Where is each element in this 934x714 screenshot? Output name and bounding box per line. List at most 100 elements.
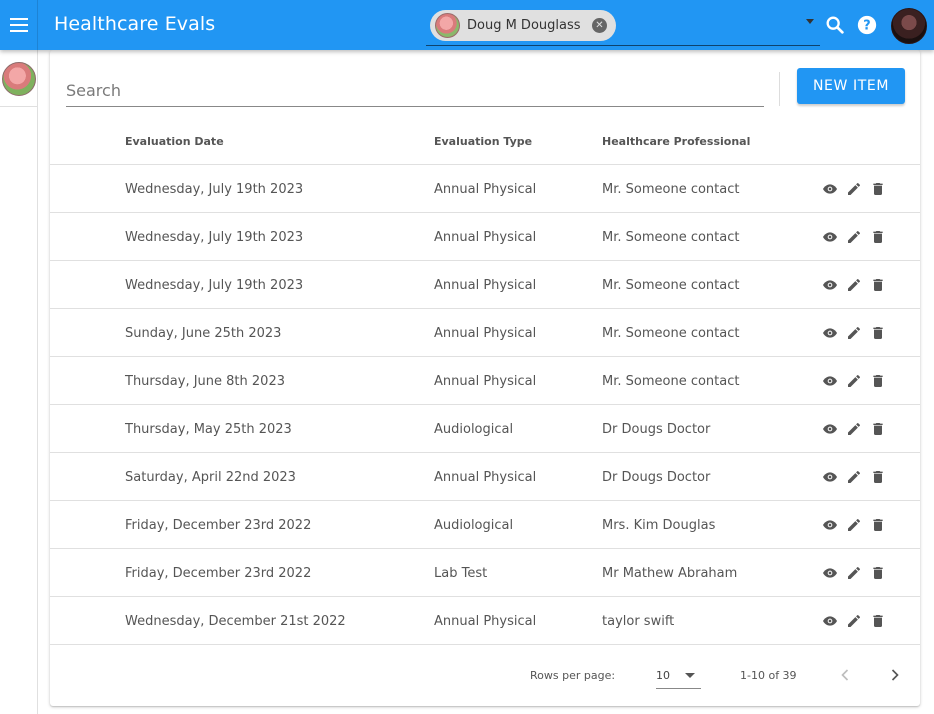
table-row[interactable]: Thursday, June 8th 2023 Annual Physical Mr… xyxy=(50,357,920,405)
row-actions xyxy=(822,373,886,389)
cell-evaluation-date: Saturday, April 22nd 2023 xyxy=(125,470,296,485)
eye-icon[interactable] xyxy=(822,613,838,629)
table-row[interactable]: Wednesday, July 19th 2023 Annual Physical… xyxy=(50,261,920,309)
cell-evaluation-type: Audiological xyxy=(434,518,514,533)
eye-icon[interactable] xyxy=(822,229,838,245)
close-icon[interactable]: ✕ xyxy=(592,18,607,33)
cell-healthcare-professional: taylor swift xyxy=(602,614,675,629)
table-row[interactable]: Friday, December 23rd 2022 Audiological Mr… xyxy=(50,501,920,549)
table-row[interactable]: Friday, December 23rd 2022 Lab Test Mr Mat… xyxy=(50,549,920,597)
table-row[interactable]: Thursday, May 25th 2023 Audiological Dr Do… xyxy=(50,405,920,453)
chevron-left-icon[interactable] xyxy=(835,665,855,685)
table-row[interactable]: Wednesday, July 19th 2023 Annual Physical… xyxy=(50,165,920,213)
cell-evaluation-type: Annual Physical xyxy=(434,278,537,293)
cell-evaluation-type: Audiological xyxy=(434,422,514,437)
trash-icon[interactable] xyxy=(870,517,886,533)
row-actions xyxy=(822,181,886,197)
client-chip-label: Doug M Douglass xyxy=(467,18,581,33)
eye-icon[interactable] xyxy=(822,517,838,533)
cell-healthcare-professional: Mrs. Kim Douglas xyxy=(602,518,716,533)
table-row[interactable]: Sunday, June 25th 2023 Annual Physical Mr.… xyxy=(50,309,920,357)
row-actions xyxy=(822,517,886,533)
pencil-icon[interactable] xyxy=(846,613,862,629)
chevron-right-icon[interactable] xyxy=(885,665,905,685)
cell-healthcare-professional: Mr. Someone contact xyxy=(602,278,740,293)
trash-icon[interactable] xyxy=(870,613,886,629)
row-actions xyxy=(822,421,886,437)
pagination-range: 1-10 of 39 xyxy=(740,669,797,682)
cell-evaluation-date: Wednesday, July 19th 2023 xyxy=(125,230,304,245)
client-chip[interactable]: Doug M Douglass ✕ xyxy=(430,10,616,41)
row-actions xyxy=(822,277,886,293)
eye-icon[interactable] xyxy=(822,421,838,437)
trash-icon[interactable] xyxy=(870,469,886,485)
cell-evaluation-date: Thursday, June 8th 2023 xyxy=(125,374,285,389)
evaluations-card: NEW ITEM Evaluation Date Evaluation Type… xyxy=(50,50,920,706)
table-body: Wednesday, July 19th 2023 Annual Physical… xyxy=(50,165,920,645)
client-avatar-rail[interactable] xyxy=(2,62,36,96)
cell-evaluation-type: Annual Physical xyxy=(434,614,537,629)
cell-evaluation-type: Annual Physical xyxy=(434,182,537,197)
cell-evaluation-date: Wednesday, July 19th 2023 xyxy=(125,182,304,197)
chevron-down-icon xyxy=(685,673,695,678)
trash-icon[interactable] xyxy=(870,421,886,437)
user-avatar[interactable] xyxy=(891,8,927,44)
trash-icon[interactable] xyxy=(870,373,886,389)
app-bar: Healthcare Evals Doug M Douglass ✕ ? xyxy=(0,0,934,50)
cell-evaluation-date: Wednesday, December 21st 2022 xyxy=(125,614,346,629)
search-input[interactable] xyxy=(66,74,764,106)
trash-icon[interactable] xyxy=(870,325,886,341)
column-header-evaluation-date[interactable]: Evaluation Date xyxy=(125,135,224,148)
pencil-icon[interactable] xyxy=(846,181,862,197)
table-row[interactable]: Saturday, April 22nd 2023 Annual Physical… xyxy=(50,453,920,501)
eye-icon[interactable] xyxy=(822,325,838,341)
help-icon[interactable]: ? xyxy=(856,14,878,36)
search-icon[interactable] xyxy=(824,14,846,36)
table-row[interactable]: Wednesday, July 19th 2023 Annual Physical… xyxy=(50,213,920,261)
pencil-icon[interactable] xyxy=(846,469,862,485)
row-actions xyxy=(822,229,886,245)
chevron-down-icon[interactable] xyxy=(806,19,814,24)
pencil-icon[interactable] xyxy=(846,565,862,581)
pencil-icon[interactable] xyxy=(846,277,862,293)
rail-divider xyxy=(0,106,37,107)
eye-icon[interactable] xyxy=(822,181,838,197)
row-actions xyxy=(822,613,886,629)
pencil-icon[interactable] xyxy=(846,325,862,341)
pencil-icon[interactable] xyxy=(846,229,862,245)
row-actions xyxy=(822,565,886,581)
new-item-button[interactable]: NEW ITEM xyxy=(797,68,905,104)
eye-icon[interactable] xyxy=(822,469,838,485)
cell-evaluation-type: Annual Physical xyxy=(434,470,537,485)
column-header-healthcare-professional[interactable]: Healthcare Professional xyxy=(602,135,750,148)
trash-icon[interactable] xyxy=(870,181,886,197)
column-header-evaluation-type[interactable]: Evaluation Type xyxy=(434,135,532,148)
pencil-icon[interactable] xyxy=(846,421,862,437)
cell-healthcare-professional: Dr Dougs Doctor xyxy=(602,422,711,437)
eye-icon[interactable] xyxy=(822,565,838,581)
rows-per-page-select[interactable]: 10 xyxy=(656,661,701,689)
cell-healthcare-professional: Mr Mathew Abraham xyxy=(602,566,738,581)
menu-icon xyxy=(9,16,28,34)
pencil-icon[interactable] xyxy=(846,517,862,533)
client-selector[interactable]: Doug M Douglass ✕ xyxy=(426,4,820,46)
row-actions xyxy=(822,469,886,485)
trash-icon[interactable] xyxy=(870,277,886,293)
table-row[interactable]: Wednesday, December 21st 2022 Annual Phys… xyxy=(50,597,920,645)
menu-button[interactable] xyxy=(0,0,38,50)
left-rail xyxy=(0,50,38,714)
table-footer: Rows per page: 10 1-10 of 39 xyxy=(50,647,920,706)
trash-icon[interactable] xyxy=(870,565,886,581)
eye-icon[interactable] xyxy=(822,277,838,293)
trash-icon[interactable] xyxy=(870,229,886,245)
pencil-icon[interactable] xyxy=(846,373,862,389)
cell-evaluation-date: Wednesday, July 19th 2023 xyxy=(125,278,304,293)
cell-evaluation-type: Lab Test xyxy=(434,566,488,581)
cell-healthcare-professional: Mr. Someone contact xyxy=(602,230,740,245)
cell-healthcare-professional: Mr. Someone contact xyxy=(602,374,740,389)
eye-icon[interactable] xyxy=(822,373,838,389)
cell-healthcare-professional: Dr Dougs Doctor xyxy=(602,470,711,485)
cell-evaluation-date: Friday, December 23rd 2022 xyxy=(125,518,312,533)
cell-healthcare-professional: Mr. Someone contact xyxy=(602,182,740,197)
cell-healthcare-professional: Mr. Someone contact xyxy=(602,326,740,341)
